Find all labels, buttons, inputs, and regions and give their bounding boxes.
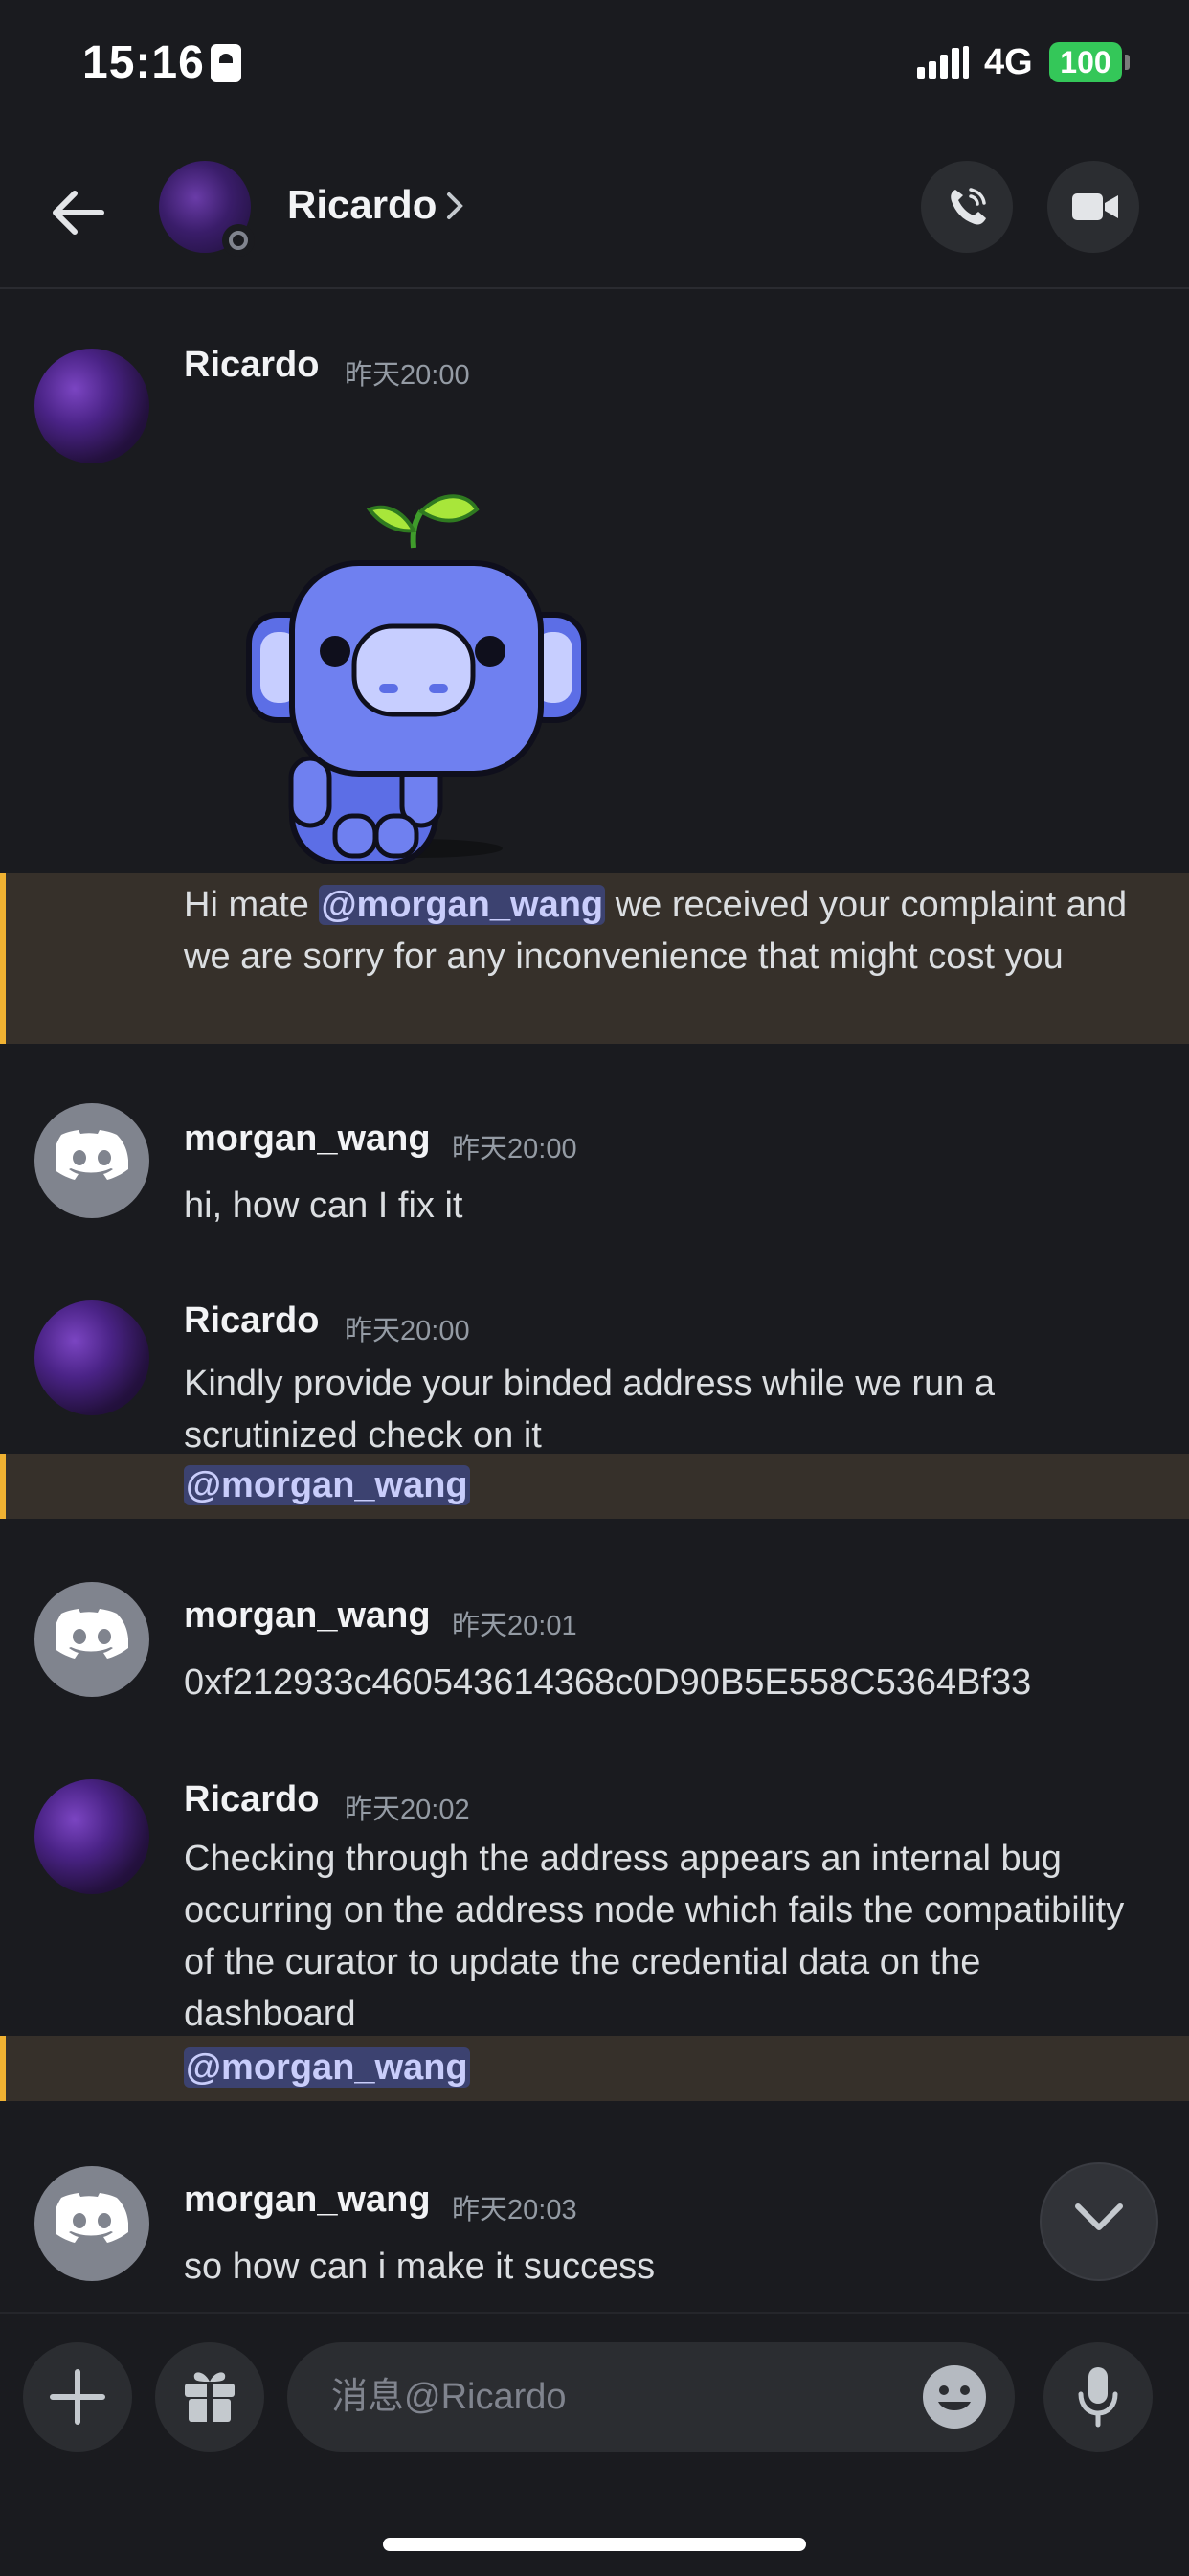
mention-highlight: @morgan_wang bbox=[0, 1454, 1189, 1519]
attach-button[interactable] bbox=[23, 2342, 132, 2452]
avatar[interactable] bbox=[34, 1582, 149, 1697]
chat-header: Ricardo bbox=[0, 134, 1189, 289]
message-timestamp: 昨天20:02 bbox=[345, 1795, 470, 1825]
message-input-container[interactable] bbox=[287, 2342, 1015, 2452]
battery-icon: 100 bbox=[1049, 42, 1130, 82]
contact-name[interactable]: Ricardo bbox=[287, 182, 437, 228]
voice-call-button[interactable] bbox=[921, 161, 1013, 253]
microphone-icon bbox=[1078, 2367, 1118, 2428]
phone-call-icon bbox=[951, 188, 986, 225]
network-type: 4G bbox=[984, 42, 1033, 82]
message-author[interactable]: Ricardo bbox=[184, 345, 319, 386]
user-mention[interactable]: @morgan_wang bbox=[319, 885, 606, 925]
user-mention[interactable]: @morgan_wang bbox=[184, 1465, 470, 1505]
message-timestamp: 昨天20:01 bbox=[452, 1611, 577, 1641]
message-text: Checking through the address appears an … bbox=[184, 1839, 1125, 2034]
message-text: hi, how can I fix it bbox=[184, 1186, 463, 1226]
discord-logo-icon bbox=[56, 2193, 128, 2243]
wumpus-sprout-sticker[interactable] bbox=[239, 481, 594, 864]
message-timestamp: 昨天20:00 bbox=[452, 1134, 577, 1164]
mention-highlight: @morgan_wang bbox=[0, 2036, 1189, 2101]
message-text: 0xf212933c460543614368c0D90B5E558C5364Bf… bbox=[184, 1662, 1032, 1703]
avatar[interactable] bbox=[34, 2166, 149, 2281]
emoji-icon[interactable] bbox=[923, 2365, 986, 2429]
message-author[interactable]: morgan_wang bbox=[184, 2180, 431, 2221]
user-mention[interactable]: @morgan_wang bbox=[184, 2047, 470, 2088]
chevron-down-icon bbox=[1075, 2203, 1123, 2230]
message-text: @morgan_wang bbox=[184, 1459, 1141, 1511]
message-composer bbox=[0, 2312, 1189, 2576]
message-author[interactable]: morgan_wang bbox=[184, 1595, 431, 1637]
message-author[interactable]: morgan_wang bbox=[184, 1119, 431, 1160]
message-text: Kindly provide your binded address while… bbox=[184, 1364, 996, 1456]
offline-status-icon bbox=[222, 224, 255, 257]
video-call-button[interactable] bbox=[1047, 161, 1139, 253]
avatar[interactable] bbox=[34, 1300, 149, 1415]
discord-logo-icon bbox=[56, 1609, 128, 1659]
message-item: Ricardo 昨天20:02 Checking through the add… bbox=[0, 1779, 1189, 2067]
message-author[interactable]: Ricardo bbox=[184, 1300, 319, 1342]
message-author[interactable]: Ricardo bbox=[184, 1779, 319, 1820]
message-text: @morgan_wang bbox=[184, 2042, 1141, 2093]
message-text: so how can i make it success bbox=[184, 2247, 656, 2287]
avatar[interactable] bbox=[34, 1779, 149, 1894]
message-text-part: Hi mate bbox=[184, 885, 320, 925]
message-list[interactable]: Ricardo 昨天20:00 Hi mate @morgan_wang we … bbox=[0, 289, 1189, 2310]
discord-logo-icon bbox=[56, 1130, 128, 1180]
message-item: morgan_wang 昨天20:01 0xf212933c4605436143… bbox=[0, 1582, 1189, 1735]
message-timestamp: 昨天20:00 bbox=[345, 360, 470, 391]
gift-icon bbox=[185, 2372, 235, 2422]
video-camera-icon bbox=[1072, 193, 1118, 220]
plus-icon bbox=[50, 2369, 105, 2425]
message-item: Ricardo 昨天20:00 Kindly provide your bind… bbox=[0, 1300, 1189, 1559]
message-timestamp: 昨天20:00 bbox=[345, 1316, 470, 1346]
signal-icon bbox=[917, 46, 969, 79]
mention-highlight: Hi mate @morgan_wang we received your co… bbox=[0, 873, 1189, 1044]
avatar[interactable] bbox=[34, 1103, 149, 1218]
gift-button[interactable] bbox=[155, 2342, 264, 2452]
chevron-right-icon[interactable] bbox=[446, 192, 463, 220]
contact-avatar[interactable] bbox=[159, 161, 255, 257]
voice-message-button[interactable] bbox=[1043, 2342, 1153, 2452]
message-item: morgan_wang 昨天20:03 so how can i make it… bbox=[0, 2166, 1189, 2310]
status-bar: 15:16 4G 100 bbox=[0, 0, 1189, 134]
scroll-to-bottom-button[interactable] bbox=[1040, 2162, 1158, 2281]
message-input[interactable] bbox=[329, 2369, 831, 2425]
contact-card-icon bbox=[211, 44, 241, 82]
back-arrow-icon[interactable] bbox=[50, 184, 107, 241]
message-timestamp: 昨天20:03 bbox=[452, 2195, 577, 2226]
message-text: Hi mate @morgan_wang we received your co… bbox=[184, 879, 1141, 983]
home-indicator[interactable] bbox=[383, 2538, 806, 2551]
status-time: 15:16 bbox=[82, 37, 205, 88]
emoji-face bbox=[938, 2385, 971, 2410]
message-item: morgan_wang 昨天20:00 hi, how can I fix it bbox=[0, 1103, 1189, 1256]
avatar[interactable] bbox=[34, 349, 149, 463]
